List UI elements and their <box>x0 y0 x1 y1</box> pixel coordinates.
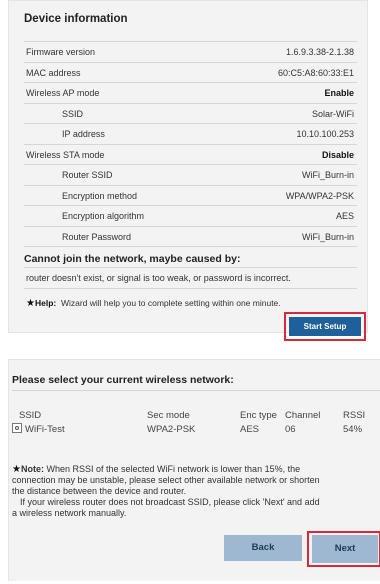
star-icon: ★ <box>26 298 35 309</box>
divider <box>24 267 357 268</box>
device-info-value: Solar-WiFi <box>312 108 354 119</box>
device-info-title: Device information <box>24 13 128 25</box>
device-info-row: MAC address 60:C5:A8:60:33:E1 <box>24 61 357 83</box>
device-info-value: WiFi_Burn-in <box>301 170 354 180</box>
column-header-sec-mode: Sec mode <box>147 410 190 421</box>
device-info-label: Wireless STA mode <box>26 149 105 160</box>
device-info-value: Disable <box>321 149 354 160</box>
divider <box>12 390 380 391</box>
network-ssid: WiFi-Test <box>25 424 65 435</box>
help-text: Wizard will help you to complete setting… <box>60 298 281 308</box>
note-line: the distance between the device and rout… <box>12 486 187 496</box>
note-label: Note: <box>20 464 44 474</box>
device-info-value: 10.10.100.253 <box>296 129 354 139</box>
device-info-row: Wireless AP mode Enable <box>24 82 357 103</box>
column-header-rssi: RSSI <box>343 410 366 421</box>
device-info-row: Encryption method WPA/WPA2-PSK <box>24 184 357 206</box>
device-info-row: SSID Solar-WiFi <box>24 102 357 124</box>
divider <box>24 288 357 289</box>
device-info-label: Encryption algorithm <box>62 211 145 221</box>
device-info-label: Wireless AP mode <box>26 88 100 98</box>
device-info-value: Enable <box>324 88 354 98</box>
device-info-panel: Device information Firmware version 1.6.9… <box>8 0 368 333</box>
note-block: ★Note: When RSSI of the selected WiFi ne… <box>12 464 380 519</box>
device-info-table: Firmware version 1.6.9.3.38-2.1.38 MAC add… <box>24 41 357 247</box>
device-info-label: IP address <box>62 129 105 139</box>
device-info-row: Wireless STA mode Disable <box>24 143 357 165</box>
network-rssi: 54% <box>343 424 363 435</box>
device-info-label: Router Password <box>62 231 132 242</box>
device-info-row: IP address 10.10.100.253 <box>24 123 357 144</box>
column-header-ssid: SSID <box>19 410 42 421</box>
network-channel: 06 <box>285 424 296 435</box>
help-label: Help: <box>34 298 57 308</box>
start-setup-highlight: Start Setup <box>284 312 366 341</box>
cannot-join-text: router doesn't exist, or signal is too w… <box>26 273 291 283</box>
note-line: connection may be unstable, please selec… <box>12 475 320 485</box>
device-info-row: Encryption algorithm AES <box>24 205 357 226</box>
device-info-label: MAC address <box>26 67 81 78</box>
device-info-value: AES <box>335 211 354 221</box>
device-info-value: 60:C5:A8:60:33:E1 <box>277 67 354 78</box>
device-info-label: Encryption method <box>62 190 138 201</box>
device-info-label: SSID <box>62 108 84 119</box>
back-button[interactable]: Back <box>224 535 302 561</box>
cannot-join-title: Cannot join the network, maybe caused by… <box>24 253 241 265</box>
column-header-channel: Channel <box>285 410 321 421</box>
note-line: When RSSI of the selected WiFi network i… <box>46 464 301 474</box>
network-sec-mode: WPA2-PSK <box>147 424 196 435</box>
device-info-row: Firmware version 1.6.9.3.38-2.1.38 <box>24 41 357 62</box>
note-line: If your wireless router does not broadca… <box>20 497 320 507</box>
device-info-row: Router Password WiFi_Burn-in <box>24 225 357 247</box>
device-info-value: WPA/WPA2-PSK <box>285 190 354 201</box>
device-info-label: Firmware version <box>26 47 96 57</box>
help-row: ★Help: Wizard will help you to complete … <box>26 298 281 309</box>
next-highlight: Next <box>307 531 380 567</box>
next-button[interactable]: Next <box>312 535 378 563</box>
star-icon: ★ <box>12 464 21 475</box>
network-select-title: Please select your current wireless netw… <box>12 374 234 386</box>
device-info-value: 1.6.9.3.38-2.1.38 <box>285 47 354 57</box>
device-info-label: Router SSID <box>62 170 113 180</box>
device-info-value: WiFi_Burn-in <box>301 231 354 242</box>
column-header-enc-type: Enc type <box>240 410 277 421</box>
start-setup-button[interactable]: Start Setup <box>289 317 361 336</box>
note-line: a wireless network manually. <box>12 508 127 518</box>
network-enc-type: AES <box>240 424 260 435</box>
radio-icon[interactable] <box>12 423 22 433</box>
device-info-row: Router SSID WiFi_Burn-in <box>24 164 357 185</box>
network-select-panel: Please select your current wireless netw… <box>8 359 380 581</box>
